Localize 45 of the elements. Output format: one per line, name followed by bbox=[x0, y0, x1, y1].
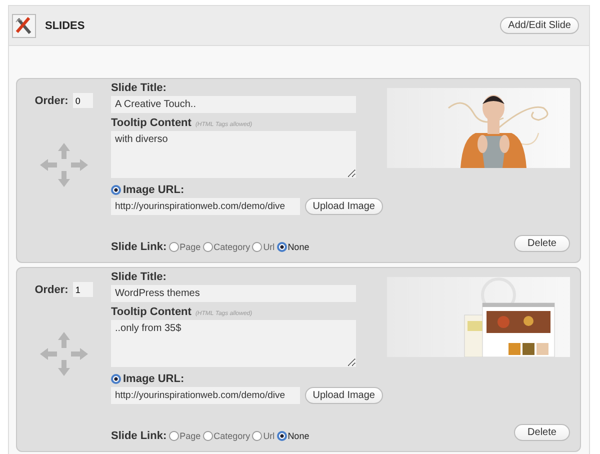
image-url-label: Image URL: bbox=[123, 184, 184, 196]
order-field[interactable]: 0 bbox=[73, 93, 94, 108]
image-url-label: Image URL: bbox=[123, 373, 184, 385]
upload-image-button[interactable]: Upload Image bbox=[304, 198, 383, 215]
link-option-label: Category bbox=[214, 431, 250, 441]
delete-button[interactable]: Delete bbox=[514, 424, 570, 441]
link-option-label: Page bbox=[180, 431, 201, 441]
order-label: Order: bbox=[34, 284, 68, 296]
tooltip-content-field[interactable]: with diverso bbox=[111, 131, 356, 178]
radio-button[interactable] bbox=[168, 431, 179, 441]
page-title: SLIDES bbox=[45, 20, 86, 32]
slide-title-label: Slide Title: bbox=[111, 82, 168, 94]
move-icon[interactable] bbox=[39, 331, 89, 377]
tooltip-content-label: Tooltip Content bbox=[111, 306, 192, 318]
radio-button[interactable] bbox=[276, 242, 287, 252]
slide-title-field[interactable]: A Creative Touch.. bbox=[111, 96, 356, 113]
radio-button[interactable] bbox=[111, 374, 121, 384]
radio-button[interactable] bbox=[276, 431, 287, 441]
order-label: Order: bbox=[34, 94, 68, 106]
upload-image-button[interactable]: Upload Image bbox=[304, 387, 383, 404]
link-option-label: Category bbox=[214, 242, 250, 252]
link-option-label: Page bbox=[180, 242, 201, 252]
image-url-field[interactable]: http://yourinspirationweb.com/demo/dive bbox=[111, 387, 300, 404]
slide-title-label: Slide Title: bbox=[111, 271, 168, 283]
slide-link-label: Slide Link: bbox=[111, 241, 167, 253]
add-edit-slide-button[interactable]: Add/Edit Slide bbox=[500, 17, 579, 34]
slide-title-field[interactable]: WordPress themes bbox=[111, 285, 356, 302]
radio-button[interactable] bbox=[252, 242, 262, 252]
radio-button[interactable] bbox=[168, 242, 179, 252]
link-option-label: Url bbox=[263, 242, 275, 252]
radio-button[interactable] bbox=[252, 431, 262, 441]
link-option-label: Url bbox=[263, 431, 275, 441]
delete-button[interactable]: Delete bbox=[514, 235, 570, 252]
radio-button[interactable] bbox=[111, 185, 121, 195]
move-icon[interactable] bbox=[39, 142, 89, 188]
image-url-field[interactable]: http://yourinspirationweb.com/demo/dive bbox=[111, 198, 300, 215]
link-option-label: None bbox=[288, 431, 310, 441]
radio-button[interactable] bbox=[202, 431, 213, 441]
order-field[interactable]: 1 bbox=[73, 282, 94, 297]
tooltip-content-field[interactable]: ..only from 35$ bbox=[111, 320, 356, 367]
tooltip-content-label: Tooltip Content bbox=[111, 117, 192, 129]
slide-link-label: Slide Link: bbox=[111, 430, 167, 442]
tools-icon bbox=[12, 14, 36, 38]
link-option-label: None bbox=[288, 242, 310, 252]
radio-button[interactable] bbox=[202, 242, 213, 252]
